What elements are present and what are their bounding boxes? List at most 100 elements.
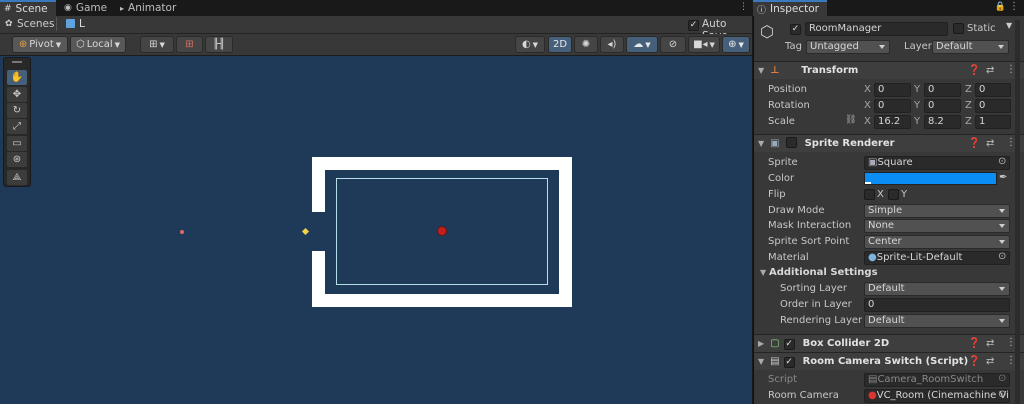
sprite-sort-point-dropdown[interactable]: Center bbox=[864, 235, 1010, 249]
active-checkbox[interactable]: ✓ bbox=[790, 23, 801, 35]
static-checkbox[interactable] bbox=[953, 23, 964, 37]
rotation-y-field[interactable]: 0 bbox=[924, 99, 961, 113]
position-y-field[interactable]: 0 bbox=[924, 83, 961, 97]
chevron-down-icon[interactable]: ▼ bbox=[1006, 21, 1012, 30]
box-collider-icon: ▢ bbox=[770, 338, 780, 349]
tab-inspector-label: Inspector bbox=[770, 3, 819, 15]
object-picker-icon[interactable]: ⊙ bbox=[998, 389, 1006, 400]
kebab-menu-icon[interactable]: ⋮ bbox=[1009, 1, 1019, 12]
local-dropdown[interactable]: ⬡ Local ▼ bbox=[70, 36, 126, 53]
object-picker-icon[interactable]: ⊙ bbox=[998, 251, 1006, 262]
hand-tool-icon[interactable]: ✋ bbox=[7, 70, 27, 85]
tab-scene[interactable]: # Scene bbox=[0, 0, 56, 16]
expand-arrow-icon[interactable]: ▼ bbox=[760, 268, 766, 277]
help-icon[interactable]: ❓ bbox=[968, 138, 980, 149]
box-collider-checkbox[interactable]: ✓ bbox=[783, 338, 795, 350]
axis-y-label: Y bbox=[914, 84, 921, 95]
script-field: ▤Camera_RoomSwitch bbox=[864, 373, 1010, 387]
flip-x-checkbox[interactable] bbox=[864, 189, 875, 203]
preset-icon[interactable]: ⇄ bbox=[986, 338, 994, 349]
visibility-toggle[interactable]: ⊘ bbox=[660, 36, 686, 53]
sorting-layer-dropdown[interactable]: Default bbox=[864, 282, 1010, 296]
position-z-field[interactable]: 0 bbox=[975, 83, 1011, 97]
flip-y-checkbox[interactable] bbox=[888, 189, 899, 203]
tab-scene-label: Scene bbox=[15, 3, 48, 15]
inspector-scrollbar[interactable] bbox=[1015, 20, 1020, 404]
tab-game[interactable]: ◉ Game bbox=[60, 0, 116, 16]
help-icon[interactable]: ❓ bbox=[968, 65, 980, 76]
mask-interaction-dropdown[interactable]: None bbox=[864, 219, 1010, 233]
audio-toggle[interactable]: ◂) bbox=[600, 36, 624, 53]
object-name-field[interactable]: RoomManager bbox=[805, 22, 948, 36]
color-swatch[interactable] bbox=[864, 172, 997, 185]
position-label: Position bbox=[768, 84, 807, 95]
scale-x-field[interactable]: 16.2 bbox=[874, 115, 911, 129]
camera-gizmo-icon[interactable] bbox=[437, 226, 447, 236]
object-picker-icon[interactable]: ⊙ bbox=[998, 156, 1006, 167]
link-icon[interactable]: ⛓ bbox=[845, 115, 856, 125]
chevron-down-icon: ▼ bbox=[159, 40, 165, 49]
rotation-x-field[interactable]: 0 bbox=[874, 99, 911, 113]
help-icon[interactable]: ❓ bbox=[968, 338, 980, 349]
palette-grip[interactable] bbox=[12, 61, 22, 63]
scale-tool-icon[interactable]: ⤢ bbox=[7, 119, 27, 134]
layer-dropdown[interactable]: Default bbox=[932, 40, 1009, 54]
pivot-dropdown[interactable]: ⊕ Pivot ▼ bbox=[12, 36, 68, 53]
order-in-layer-field[interactable]: 0 bbox=[864, 298, 1010, 312]
chevron-down-icon: ▼ bbox=[55, 40, 62, 49]
box-collider-title: Box Collider 2D bbox=[802, 338, 890, 349]
additional-settings-foldout[interactable]: Additional Settings bbox=[769, 267, 878, 278]
rect-tool-icon[interactable]: ▭ bbox=[7, 136, 27, 151]
snap-increment-button[interactable]: ⊞ bbox=[176, 36, 203, 53]
custom-tool-icon[interactable]: ⟁ bbox=[7, 170, 27, 185]
object-marker[interactable] bbox=[180, 230, 184, 234]
room-camera-switch-header[interactable]: ▼ ▤ ✓ Room Camera Switch (Script) ❓ ⇄ ⋮ bbox=[754, 352, 1024, 370]
scale-y-field[interactable]: 8.2 bbox=[924, 115, 961, 129]
shading-mode-button[interactable]: ◐ ▼ bbox=[515, 36, 545, 53]
breadcrumb: ✿ Scenes L ✓ Auto Save bbox=[0, 16, 752, 42]
breadcrumb-current[interactable]: L bbox=[79, 18, 85, 30]
sprite-renderer-header[interactable]: ▼ ▣ Sprite Renderer ❓ ⇄ ⋮ bbox=[754, 134, 1024, 152]
tool-palette: ✋ ✥ ↻ ⤢ ▭ ⊛ ⟁ bbox=[3, 57, 31, 187]
grid-snap-button[interactable]: ⊞ ▼ bbox=[140, 36, 174, 53]
speaker-icon: ◂) bbox=[607, 39, 617, 50]
room-camera-switch-checkbox[interactable]: ✓ bbox=[783, 356, 795, 368]
rendering-layer-dropdown[interactable]: Default bbox=[864, 314, 1010, 328]
scale-z-field[interactable]: 1 bbox=[975, 115, 1011, 129]
sprite-field[interactable]: ▣Square bbox=[864, 156, 1010, 170]
ruler-button[interactable]: ╟╢ bbox=[205, 36, 233, 53]
room-camera-field[interactable]: ●VC_Room (Cinemachine Vi bbox=[864, 389, 1010, 403]
rotation-z-field[interactable]: 0 bbox=[975, 99, 1011, 113]
lock-icon[interactable]: 🔒 bbox=[995, 2, 1006, 12]
eyedropper-icon[interactable]: ✒ bbox=[999, 172, 1007, 183]
move-tool-icon[interactable]: ✥ bbox=[7, 87, 27, 102]
collapse-arrow-icon: ▶ bbox=[758, 339, 765, 348]
transform-tool-icon[interactable]: ⊛ bbox=[7, 152, 27, 167]
transform-header[interactable]: ▼ ⊥ Transform ❓ ⇄ ⋮ bbox=[754, 61, 1024, 79]
preset-icon[interactable]: ⇄ bbox=[986, 138, 994, 149]
draw-mode-dropdown[interactable]: Simple bbox=[864, 204, 1010, 218]
tab-inspector[interactable]: ⓘ Inspector bbox=[753, 0, 827, 16]
box-collider-header[interactable]: ▶ ▢ ✓ Box Collider 2D ❓ ⇄ ⋮ bbox=[754, 334, 1024, 352]
color-label: Color bbox=[768, 173, 795, 184]
preset-icon[interactable]: ⇄ bbox=[986, 356, 994, 367]
sprite-renderer-checkbox[interactable] bbox=[785, 136, 797, 151]
ruler-icon: ╟╢ bbox=[212, 39, 226, 50]
help-icon[interactable]: ❓ bbox=[968, 356, 980, 367]
rotate-tool-icon[interactable]: ↻ bbox=[7, 103, 27, 118]
tab-animator[interactable]: ▸ Animator bbox=[116, 0, 190, 16]
draw-mode-label: Draw Mode bbox=[768, 205, 825, 216]
position-x-field[interactable]: 0 bbox=[874, 83, 911, 97]
camera-settings-button[interactable]: ■◂ ▼ bbox=[688, 36, 720, 53]
material-field[interactable]: ●Sprite-Lit-Default bbox=[864, 251, 1010, 265]
mode-2d-button[interactable]: 2D bbox=[548, 36, 572, 53]
expand-arrow-icon: ▼ bbox=[758, 66, 765, 75]
preset-icon[interactable]: ⇄ bbox=[986, 65, 994, 76]
tag-dropdown[interactable]: Untagged bbox=[806, 40, 890, 54]
effects-toggle[interactable]: ☁ ▼ bbox=[626, 36, 658, 53]
kebab-menu-icon[interactable]: ⋮ bbox=[739, 2, 748, 12]
lighting-toggle[interactable]: ✺ bbox=[574, 36, 598, 53]
gizmos-button[interactable]: ⊕ ▼ bbox=[722, 36, 750, 53]
autosave-checkbox[interactable]: ✓ bbox=[688, 19, 699, 31]
breadcrumb-scenes[interactable]: Scenes bbox=[17, 18, 54, 30]
